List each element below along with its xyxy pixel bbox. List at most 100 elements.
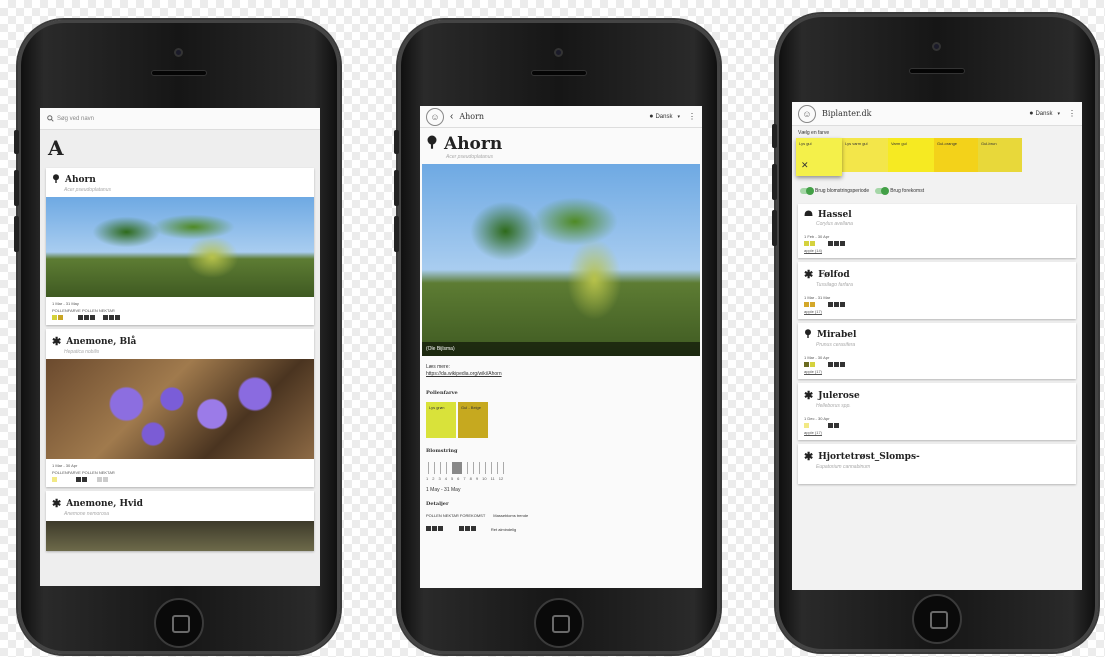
- side-button: [772, 124, 777, 148]
- color-swatch[interactable]: Lys varm gul: [842, 138, 888, 172]
- plant-card-anemone-blaa[interactable]: ✱ Anemone, Blå Hepatica nobilis 1 Mar - …: [46, 329, 314, 487]
- search-icon: [47, 115, 54, 122]
- globe-icon: ●: [649, 113, 654, 120]
- side-button: [772, 164, 777, 200]
- plant-card-mirabel[interactable]: Mirabel Prunus cerasifera 1 Mar - 30 Apr…: [798, 323, 1076, 379]
- apple-link[interactable]: apple (17): [798, 368, 1076, 375]
- asterisk-icon: ✱: [52, 497, 62, 510]
- pollen-swatch: Lys grøn: [426, 402, 456, 438]
- plant-latin: Corylus avellana: [816, 221, 853, 227]
- apple-link[interactable]: apple (17): [798, 308, 1076, 315]
- plant-name: Anemone, Hvid: [66, 498, 143, 509]
- plant-latin: Prunus cerasifera: [816, 342, 856, 348]
- side-button: [772, 210, 777, 246]
- side-button: [394, 170, 399, 206]
- bloom-period-toggle[interactable]: [800, 187, 814, 195]
- pollen-swatch: Gul - Beige: [458, 402, 488, 438]
- plant-photo: (Ole Bijlsma): [422, 164, 700, 356]
- color-swatch[interactable]: Gul-brun: [978, 138, 1022, 172]
- phone-frame-1: Søg ved navn A Ahorn Acer pseudoplatanus…: [14, 20, 340, 654]
- side-button: [394, 216, 399, 252]
- choose-color-label: Vælg en farve: [798, 130, 830, 136]
- screen-filter: ☺ Biplanter.dk ● Dansk ▾ ⋮ Vælg en farve…: [792, 102, 1082, 590]
- read-more-link[interactable]: https://da.wikipedia.org/wiki/Ahorn: [420, 370, 702, 378]
- plant-card-anemone-hvid[interactable]: ✱ Anemone, Hvid Anemone nemorosa: [46, 491, 314, 551]
- plant-card-hassel[interactable]: Hassel Corylus avellana 1 Feb - 30 Apr a…: [798, 204, 1076, 258]
- bee-logo-icon[interactable]: ☺: [798, 104, 816, 123]
- legend-swatches: [46, 476, 314, 487]
- pollen-color-heading: Pollenfarve: [426, 390, 458, 396]
- plant-latin: Helleborus spp.: [816, 403, 851, 409]
- legend-swatches: [798, 301, 1076, 308]
- plant-name: Følfod: [818, 269, 850, 280]
- home-button[interactable]: [154, 598, 204, 648]
- bloom-active-bar: [452, 462, 462, 474]
- plant-card-ahorn[interactable]: Ahorn Acer pseudoplatanus 1 Mar - 31 May…: [46, 168, 314, 325]
- front-camera-icon: [174, 48, 183, 57]
- plant-card-hjortetroest[interactable]: ✱ Hjortetrøst_Slomps- Eupatorium cannabi…: [798, 444, 1076, 484]
- close-icon[interactable]: ✕: [801, 160, 809, 171]
- bee-logo-icon[interactable]: ☺: [426, 107, 444, 126]
- color-swatch-selected[interactable]: Lys gul ✕: [796, 138, 842, 176]
- toggle-label: Brug blomstringsperiode: [815, 188, 870, 194]
- month-labels: 1 2 3 4 5 6 7 8 9 10 11 12: [426, 476, 504, 481]
- screen-detail: ☺ ‹ Ahorn ● Dansk ▾ ⋮ Ahorn Acer pseudop…: [420, 106, 702, 588]
- speaker-grille: [531, 70, 587, 76]
- plant-photo: [46, 197, 314, 297]
- home-button[interactable]: [534, 598, 584, 648]
- color-swatch[interactable]: Gul-orange: [934, 138, 978, 172]
- app-header: ☺ Biplanter.dk ● Dansk ▾ ⋮: [792, 102, 1082, 126]
- back-icon[interactable]: ‹: [450, 111, 453, 122]
- bloom-dates: 1 Mar - 31 Mar: [804, 295, 831, 300]
- screen-list: Søg ved navn A Ahorn Acer pseudoplatanus…: [40, 108, 320, 586]
- language-select[interactable]: Dansk: [655, 114, 672, 120]
- pollen-swatches: Lys grøn Gul - Beige: [420, 402, 702, 438]
- tree-icon: [52, 174, 60, 186]
- bloom-dates: 1 Feb - 30 Apr: [804, 234, 830, 239]
- side-button: [14, 216, 19, 252]
- plant-name: Hjortetrøst_Slomps-: [818, 451, 920, 462]
- apple-link[interactable]: apple (17): [798, 429, 1076, 436]
- plant-name: Mirabel: [817, 330, 857, 340]
- legend-text: POLLENFARVE POLLEN NEKTAR: [52, 470, 115, 475]
- dropdown-icon[interactable]: ▾: [677, 114, 680, 120]
- asterisk-icon: ✱: [804, 268, 814, 281]
- plant-card-julerose[interactable]: ✱ Julerose Helleborus spp. 1 Dec - 30 Ap…: [798, 383, 1076, 440]
- search-placeholder: Søg ved navn: [57, 115, 95, 122]
- plant-photo: [46, 359, 314, 459]
- plant-latin: Tussilago farfara: [816, 282, 853, 288]
- bloom-bars: [420, 460, 702, 474]
- toggle-label: Brug forekomst: [890, 188, 925, 194]
- plant-latin: Acer pseudoplatanus: [64, 187, 111, 193]
- plant-latin: Acer pseudoplatanus: [446, 154, 493, 160]
- plant-latin: Eupatorium cannabinum: [816, 464, 871, 470]
- more-menu-icon[interactable]: ⋮: [1068, 109, 1076, 118]
- header-title: Biplanter.dk: [822, 109, 872, 118]
- app-header: ☺ ‹ Ahorn ● Dansk ▾ ⋮: [420, 106, 702, 128]
- front-camera-icon: [554, 48, 563, 57]
- occurrence-toggle[interactable]: [875, 187, 890, 195]
- plant-photo: [46, 521, 314, 551]
- language-select[interactable]: Dansk: [1035, 111, 1052, 117]
- phone-frame-3: ☺ Biplanter.dk ● Dansk ▾ ⋮ Vælg en farve…: [772, 14, 1098, 652]
- detail-heading: Detaljer: [426, 501, 449, 507]
- detail-value: Ret almindelig: [490, 526, 517, 532]
- bush-icon: [804, 210, 813, 220]
- bloom-dates: 1 Mar - 31 May: [52, 301, 79, 306]
- plant-name: Ahorn: [65, 175, 96, 185]
- plant-card-foelfod[interactable]: ✱ Følfod Tussilago farfara 1 Mar - 31 Ma…: [798, 262, 1076, 319]
- more-menu-icon[interactable]: ⋮: [688, 112, 696, 121]
- side-button: [14, 130, 19, 154]
- search-bar[interactable]: Søg ved navn: [40, 108, 320, 130]
- apple-link[interactable]: apple (14): [798, 247, 1076, 254]
- dropdown-icon[interactable]: ▾: [1057, 111, 1060, 117]
- legend-text: POLLENFARVE POLLEN NEKTAR: [52, 308, 115, 313]
- asterisk-icon: ✱: [804, 450, 814, 463]
- legend-swatches: [46, 314, 314, 325]
- asterisk-icon: ✱: [804, 389, 814, 402]
- color-swatch[interactable]: Varm gul: [888, 138, 934, 172]
- home-button[interactable]: [912, 594, 962, 644]
- phone-frame-2: ☺ ‹ Ahorn ● Dansk ▾ ⋮ Ahorn Acer pseudop…: [394, 20, 720, 654]
- tree-icon: [804, 329, 812, 341]
- side-button: [14, 170, 19, 206]
